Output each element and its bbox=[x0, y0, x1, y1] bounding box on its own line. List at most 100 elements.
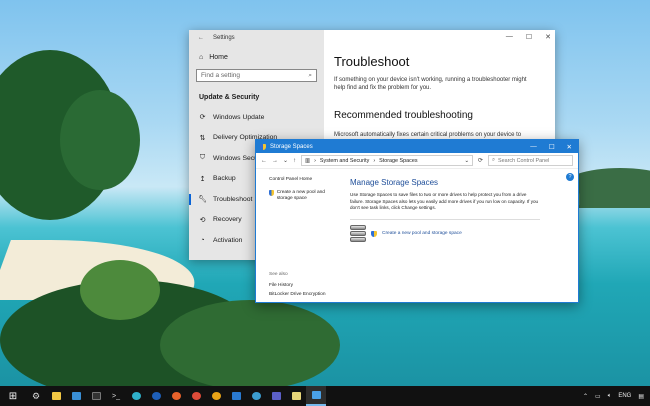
search-icon: ⌕ bbox=[492, 157, 496, 163]
create-pool-link[interactable]: Create a new pool and storage space bbox=[350, 224, 540, 243]
nav-label: Activation bbox=[213, 236, 243, 244]
side-create-pool-link[interactable]: Create a new pool and storage space bbox=[269, 190, 339, 203]
terminal-icon bbox=[91, 392, 101, 400]
edge-icon bbox=[131, 392, 141, 400]
maximize-icon[interactable]: ☐ bbox=[549, 143, 555, 151]
control-panel-taskbar-icon[interactable] bbox=[306, 386, 326, 406]
folder-icon bbox=[51, 392, 61, 400]
cmd-taskbar-icon[interactable]: >_ bbox=[106, 386, 126, 406]
chrome-taskbar-icon[interactable] bbox=[186, 386, 206, 406]
search-icon: ⌕ bbox=[308, 71, 312, 79]
file-history-link[interactable]: File History bbox=[269, 283, 293, 288]
section-title: Update & Security bbox=[199, 94, 260, 101]
main-pane: Manage Storage Spaces Use Storage Spaces… bbox=[350, 178, 540, 243]
breadcrumb-item[interactable]: Storage Spaces bbox=[379, 158, 417, 164]
recovery-icon: ⟲ bbox=[199, 216, 206, 224]
storage-title: Storage Spaces bbox=[270, 143, 313, 150]
chevron-down-icon[interactable]: ⌄ bbox=[283, 157, 288, 164]
firefox-taskbar-icon[interactable] bbox=[166, 386, 186, 406]
page-title: Troubleshoot bbox=[334, 54, 410, 69]
notepad-icon bbox=[291, 392, 301, 400]
storage-titlebar: Storage Spaces — ☐ ✕ bbox=[256, 140, 578, 153]
edge-taskbar-icon[interactable] bbox=[126, 386, 146, 406]
vscode-taskbar-icon[interactable] bbox=[226, 386, 246, 406]
left-pane: Control Panel Home Create a new pool and… bbox=[269, 177, 339, 297]
file-explorer-taskbar-icon[interactable] bbox=[46, 386, 66, 406]
back-arrow-icon[interactable]: ← bbox=[261, 158, 267, 164]
bitlocker-link[interactable]: BitLocker Drive Encryption bbox=[269, 292, 326, 297]
chrome-dev-taskbar-icon[interactable] bbox=[206, 386, 226, 406]
page-description: If something on your device isn't workin… bbox=[334, 77, 527, 92]
search-placeholder: Find a setting bbox=[201, 72, 241, 79]
notepad-taskbar-icon[interactable] bbox=[286, 386, 306, 406]
nav-label: Backup bbox=[213, 175, 236, 183]
edge-beta-taskbar-icon[interactable] bbox=[246, 386, 266, 406]
chrome-icon bbox=[191, 392, 201, 400]
nav-label: Recovery bbox=[213, 216, 242, 224]
breadcrumb[interactable]: ▥ › System and Security › Storage Spaces… bbox=[301, 155, 473, 166]
delivery-icon: ⇅ bbox=[199, 134, 206, 142]
page-description: Use Storage Spaces to save files to two … bbox=[350, 192, 539, 211]
nav-label: Windows Update bbox=[213, 113, 265, 121]
shield-icon bbox=[371, 230, 377, 237]
nav-windows-update[interactable]: ⟳ Windows Update bbox=[189, 107, 324, 128]
back-arrow-icon[interactable]: ← bbox=[195, 35, 207, 41]
drives-icon bbox=[350, 224, 366, 243]
window-controls: — ☐ ✕ bbox=[506, 33, 551, 41]
chevron-up-icon[interactable]: ⌃ bbox=[583, 393, 588, 400]
gear-icon: ⚙ bbox=[31, 390, 41, 401]
control-panel-search-input[interactable]: ⌕ Search Control Panel bbox=[488, 155, 573, 166]
maximize-icon[interactable]: ☐ bbox=[526, 33, 532, 41]
home-icon: ⌂ bbox=[199, 54, 204, 61]
page-title: Manage Storage Spaces bbox=[350, 178, 439, 187]
see-also-label: See also bbox=[269, 272, 288, 277]
settings-titlebar: ← Settings bbox=[189, 30, 324, 46]
breadcrumb-separator: › bbox=[373, 157, 376, 164]
teams-icon bbox=[271, 392, 281, 400]
network-icon[interactable]: ▭ bbox=[595, 393, 601, 400]
photos-taskbar-icon[interactable] bbox=[66, 386, 86, 406]
taskbar: ⊞ ⚙ >_ ⌃ ▭ 🔈︎ ENG ▤ bbox=[0, 386, 650, 406]
notification-icon[interactable]: ▤ bbox=[638, 393, 644, 400]
section-heading: Recommended troubleshooting bbox=[334, 110, 473, 121]
storage-app-icon bbox=[260, 143, 266, 150]
breadcrumb-item[interactable]: System and Security bbox=[320, 158, 369, 164]
side-create-label: Create a new pool and storage space bbox=[276, 190, 325, 202]
teams-taskbar-icon[interactable] bbox=[266, 386, 286, 406]
control-panel-home-link[interactable]: Control Panel Home bbox=[269, 177, 339, 182]
settings-taskbar-icon[interactable]: ⚙ bbox=[26, 386, 46, 406]
create-pool-label: Create a new pool and storage space bbox=[382, 231, 462, 237]
shield-icon bbox=[269, 190, 274, 196]
forward-arrow-icon[interactable]: → bbox=[272, 158, 278, 164]
edge-beta-icon bbox=[251, 392, 261, 400]
home-label: Home bbox=[209, 54, 228, 61]
chrome-dev-icon bbox=[211, 392, 221, 400]
control-panel-icon bbox=[311, 391, 321, 399]
language-indicator[interactable]: ENG bbox=[618, 393, 631, 399]
photo-icon bbox=[71, 392, 81, 400]
refresh-icon: ⟳ bbox=[199, 114, 206, 122]
close-icon[interactable]: ✕ bbox=[545, 33, 551, 41]
refresh-icon[interactable]: ⟳ bbox=[478, 157, 483, 164]
edge-dev-icon bbox=[151, 392, 161, 400]
chevron-down-icon[interactable]: ⌄ bbox=[464, 158, 469, 164]
close-icon[interactable]: ✕ bbox=[567, 143, 572, 151]
control-panel-icon: ▥ bbox=[305, 157, 311, 164]
volume-icon[interactable]: 🔈︎ bbox=[608, 393, 612, 400]
minimize-icon[interactable]: — bbox=[530, 143, 537, 151]
up-arrow-icon[interactable]: ↑ bbox=[293, 158, 296, 164]
divider bbox=[350, 218, 540, 220]
minimize-icon[interactable]: — bbox=[506, 33, 513, 41]
settings-title: Settings bbox=[213, 35, 235, 41]
shield-icon: ⛉ bbox=[199, 154, 206, 162]
home-link[interactable]: ⌂ Home bbox=[189, 46, 324, 65]
vscode-icon bbox=[231, 392, 241, 400]
help-icon[interactable]: ? bbox=[566, 173, 574, 181]
nav-label: Troubleshoot bbox=[213, 195, 253, 203]
activation-icon: ◔ bbox=[200, 236, 205, 244]
breadcrumb-separator: › bbox=[314, 157, 316, 164]
settings-search-input[interactable]: Find a setting ⌕ bbox=[196, 69, 317, 82]
start-button[interactable]: ⊞ bbox=[0, 386, 26, 406]
terminal-taskbar-icon[interactable] bbox=[86, 386, 106, 406]
edge-dev-taskbar-icon[interactable] bbox=[146, 386, 166, 406]
